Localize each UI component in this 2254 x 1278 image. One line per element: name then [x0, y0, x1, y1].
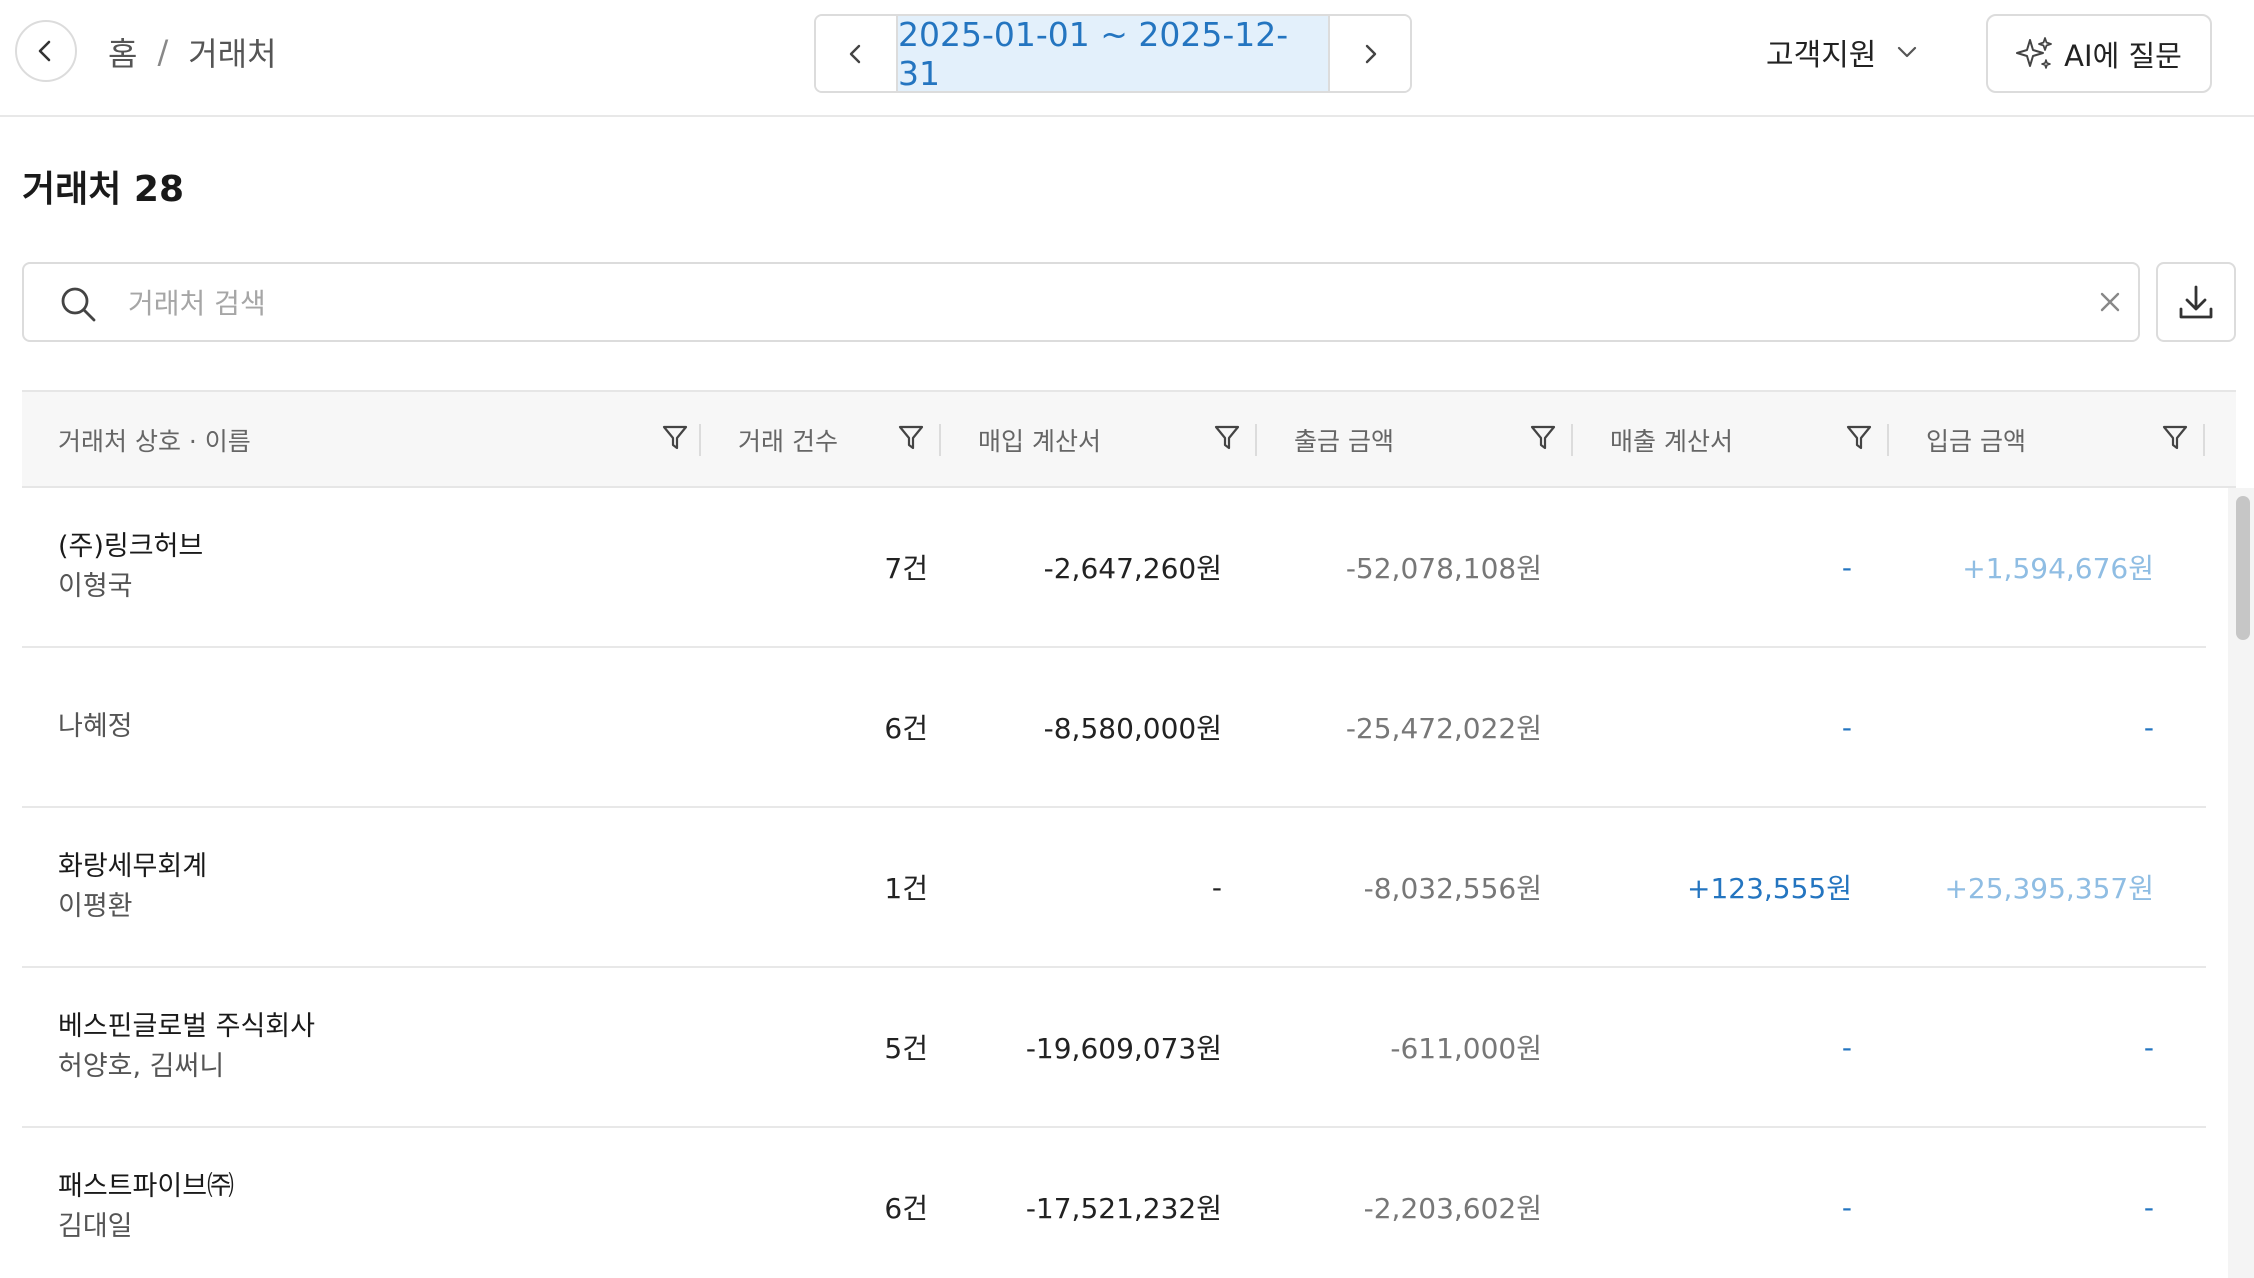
- scrollbar-thumb[interactable]: [2236, 496, 2250, 640]
- table-row[interactable]: 베스핀글로벌 주식회사 허양호, 김써니 5건 -19,609,073원 -61…: [22, 968, 2206, 1128]
- transaction-count: 6건: [884, 1192, 928, 1225]
- table-row[interactable]: 패스트파이브㈜ 김대일 6건 -17,521,232원 -2,203,602원 …: [22, 1128, 2206, 1278]
- transaction-count: 7건: [884, 552, 928, 585]
- vendor-person: 허양호, 김써니: [58, 1051, 225, 1082]
- table-header: 거래처 상호 · 이름 거래 건수 매입 계산서 출금 금액 매출 계산서 입금…: [22, 390, 2236, 488]
- purchase-invoice-amount: -19,609,073원: [1025, 1032, 1222, 1065]
- table-row[interactable]: (주)링크허브 이형국 7건 -2,647,260원 -52,078,108원 …: [22, 488, 2206, 648]
- column-header-count[interactable]: 거래 건수: [738, 392, 938, 488]
- column-header-label: 입금 금액: [1926, 427, 2026, 456]
- date-range-display[interactable]: 2025-01-01 ~ 2025-12-31: [896, 16, 1330, 91]
- deposit-amount: -: [2143, 1190, 2154, 1224]
- table-row[interactable]: 화랑세무회계 이평환 1건 - -8,032,556원 +123,555원 +2…: [22, 808, 2206, 968]
- purchase-invoice-amount: -2,647,260원: [1043, 552, 1222, 585]
- vendor-company: 베스핀글로벌 주식회사: [58, 1011, 315, 1042]
- filter-icon[interactable]: [662, 424, 688, 452]
- transaction-count: 6건: [884, 712, 928, 745]
- column-divider[interactable]: [1255, 424, 1257, 456]
- deposit-amount: +1,594,676원: [1962, 552, 2154, 585]
- column-header-vendor[interactable]: 거래처 상호 · 이름: [58, 392, 688, 488]
- column-header-label: 매입 계산서: [978, 427, 1101, 456]
- date-range-navigator: 2025-01-01 ~ 2025-12-31: [814, 14, 1412, 93]
- withdrawal-amount: -52,078,108원: [1345, 552, 1542, 585]
- column-divider[interactable]: [699, 424, 701, 456]
- filter-icon[interactable]: [1214, 424, 1240, 452]
- filter-icon[interactable]: [2162, 424, 2188, 452]
- vendor-person: 이평환: [58, 891, 133, 922]
- vendor-company: 나혜정: [58, 711, 133, 742]
- back-button[interactable]: [15, 20, 77, 82]
- chevron-left-icon: [38, 40, 51, 62]
- search-bar: [22, 262, 2140, 342]
- column-header-label: 거래 건수: [738, 427, 838, 456]
- chevron-left-icon: [849, 44, 861, 63]
- withdrawal-amount: -25,472,022원: [1345, 712, 1542, 745]
- top-header: 홈 / 거래처 2025-01-01 ~ 2025-12-31 고객지원 AI에…: [0, 0, 2254, 117]
- page-title: 거래처 28: [22, 169, 184, 210]
- table-body: (주)링크허브 이형국 7건 -2,647,260원 -52,078,108원 …: [22, 488, 2206, 1278]
- breadcrumb-separator: /: [157, 33, 169, 71]
- column-divider[interactable]: [2203, 424, 2205, 456]
- sparkle-icon: [2016, 36, 2053, 69]
- vendor-company: 패스트파이브㈜: [58, 1171, 235, 1202]
- customer-support-dropdown[interactable]: 고객지원: [1766, 24, 1920, 80]
- withdrawal-amount: -8,032,556원: [1363, 872, 1542, 905]
- column-header-purchase-invoice[interactable]: 매입 계산서: [978, 392, 1278, 488]
- chevron-down-icon: [1898, 46, 1917, 58]
- breadcrumb: 홈 / 거래처: [108, 28, 277, 76]
- filter-icon[interactable]: [1530, 424, 1556, 452]
- column-header-withdrawal[interactable]: 출금 금액: [1294, 392, 1594, 488]
- filter-icon[interactable]: [898, 424, 924, 452]
- sales-invoice-amount: +123,555원: [1686, 872, 1852, 905]
- column-divider[interactable]: [1887, 424, 1889, 456]
- close-icon[interactable]: [2098, 290, 2122, 314]
- withdrawal-amount: -2,203,602원: [1363, 1192, 1542, 1225]
- customer-support-label: 고객지원: [1766, 38, 1877, 73]
- vendor-person: 이형국: [58, 571, 133, 602]
- download-button[interactable]: [2156, 262, 2236, 342]
- vendor-company: 화랑세무회계: [58, 851, 208, 882]
- column-header-deposit[interactable]: 입금 금액: [1926, 392, 2226, 488]
- vendor-cell: 화랑세무회계 이평환: [58, 808, 207, 966]
- column-header-label: 매출 계산서: [1610, 427, 1733, 456]
- ask-ai-button[interactable]: AI에 질문: [1986, 14, 2212, 93]
- column-header-label: 거래처 상호 · 이름: [58, 427, 251, 456]
- column-header-label: 출금 금액: [1294, 427, 1394, 456]
- sales-invoice-amount: -: [1841, 1030, 1852, 1064]
- transaction-count: 1건: [884, 872, 928, 905]
- vendor-cell: (주)링크허브 이형국: [58, 488, 203, 646]
- chevron-right-icon: [1365, 44, 1377, 63]
- vendor-table: 거래처 상호 · 이름 거래 건수 매입 계산서 출금 금액 매출 계산서 입금…: [22, 390, 2254, 1278]
- ask-ai-label: AI에 질문: [2064, 38, 2182, 73]
- download-icon: [2179, 285, 2213, 319]
- vendor-person: 김대일: [58, 1211, 133, 1242]
- vendor-cell: 나혜정: [58, 648, 133, 806]
- sales-invoice-amount: -: [1841, 1190, 1852, 1224]
- purchase-invoice-amount: -17,521,232원: [1025, 1192, 1222, 1225]
- withdrawal-amount: -611,000원: [1390, 1032, 1542, 1065]
- search-input[interactable]: [128, 278, 2028, 328]
- table-row[interactable]: 나혜정 6건 -8,580,000원 -25,472,022원 - -: [22, 648, 2206, 808]
- next-period-button[interactable]: [1330, 16, 1410, 91]
- transaction-count: 5건: [884, 1032, 928, 1065]
- vendor-cell: 베스핀글로벌 주식회사 허양호, 김써니: [58, 968, 315, 1126]
- sales-invoice-amount: -: [1841, 550, 1852, 584]
- deposit-amount: -: [2143, 710, 2154, 744]
- column-divider[interactable]: [1571, 424, 1573, 456]
- breadcrumb-home[interactable]: 홈: [108, 29, 137, 75]
- column-header-sales-invoice[interactable]: 매출 계산서: [1610, 392, 1910, 488]
- deposit-amount: -: [2143, 1030, 2154, 1064]
- vendor-cell: 패스트파이브㈜ 김대일: [58, 1128, 234, 1278]
- filter-icon[interactable]: [1846, 424, 1872, 452]
- column-divider[interactable]: [939, 424, 941, 456]
- vertical-scrollbar[interactable]: [2228, 488, 2254, 1278]
- search-icon: [61, 287, 96, 322]
- purchase-invoice-amount: -: [1211, 870, 1222, 904]
- breadcrumb-current: 거래처: [188, 35, 277, 73]
- prev-period-button[interactable]: [816, 16, 896, 91]
- sales-invoice-amount: -: [1841, 710, 1852, 744]
- vendor-company: (주)링크허브: [58, 531, 204, 562]
- deposit-amount: +25,395,357원: [1944, 872, 2154, 905]
- purchase-invoice-amount: -8,580,000원: [1043, 712, 1222, 745]
